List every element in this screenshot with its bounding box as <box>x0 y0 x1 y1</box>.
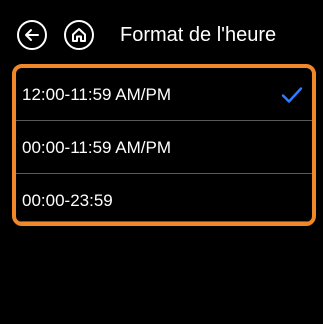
option-12h-ampm[interactable]: 12:00-11:59 AM/PM <box>16 68 312 122</box>
option-label: 00:00-23:59 <box>22 191 113 210</box>
back-button[interactable] <box>17 20 47 50</box>
arrow-left-icon <box>25 29 39 41</box>
option-label: 00:00-11:59 AM/PM <box>22 138 171 157</box>
option-label: 12:00-11:59 AM/PM <box>22 85 171 104</box>
header-bar: Format de l'heure <box>0 0 323 60</box>
divider <box>16 221 312 222</box>
time-format-list: 12:00-11:59 AM/PM 00:00-11:59 AM/PM 00:0… <box>12 64 316 226</box>
home-button[interactable] <box>64 20 94 50</box>
option-24h[interactable]: 00:00-23:59 <box>16 174 312 222</box>
checkmark-icon <box>281 87 303 103</box>
page-title: Format de l'heure <box>120 24 277 46</box>
option-00-ampm[interactable]: 00:00-11:59 AM/PM <box>16 121 312 175</box>
home-icon <box>72 28 86 42</box>
